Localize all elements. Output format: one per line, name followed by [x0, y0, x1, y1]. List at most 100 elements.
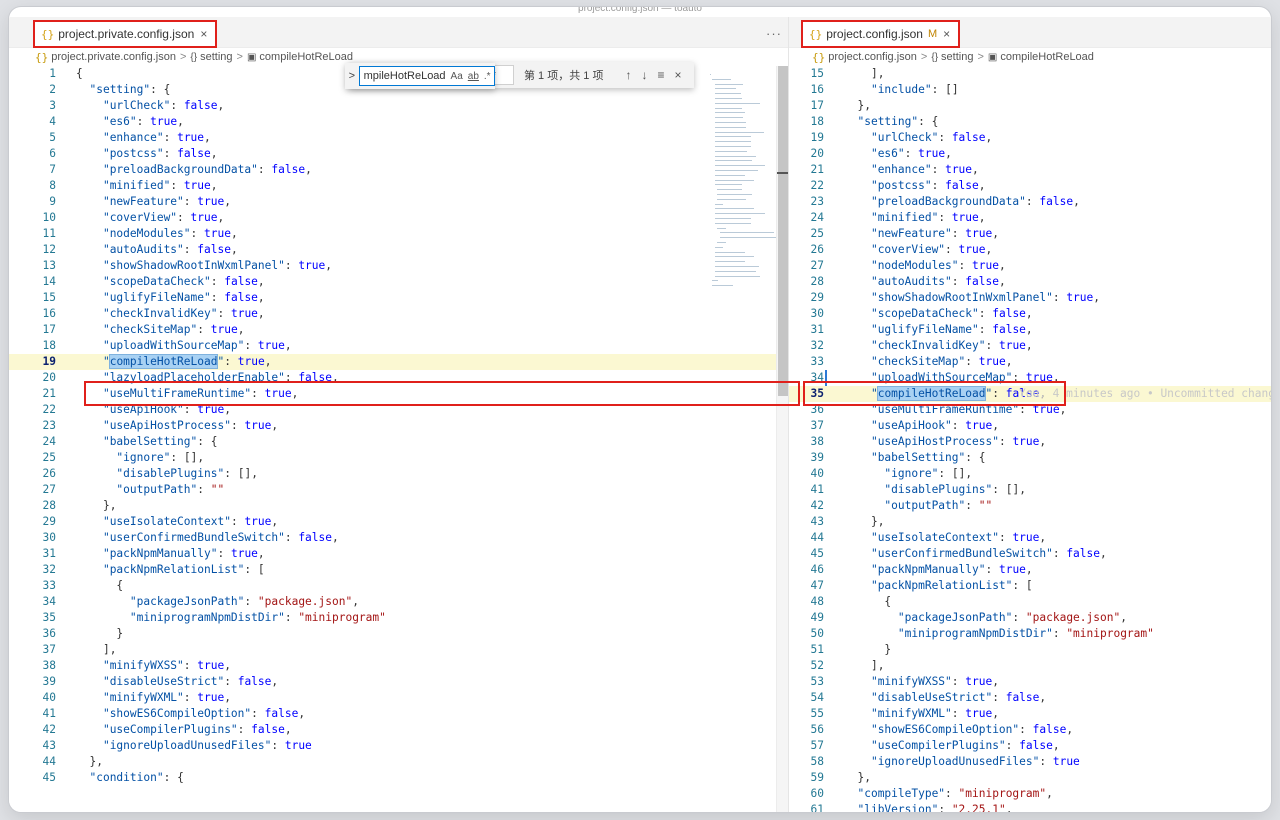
more-actions-icon[interactable]: ··· — [766, 26, 782, 41]
code-line[interactable]: 34 "uploadWithSourceMap": true, — [789, 370, 1271, 386]
close-find-icon[interactable]: × — [674, 68, 681, 82]
code-line[interactable]: 25 "newFeature": true, — [789, 226, 1271, 242]
next-match-icon[interactable]: ↓ — [641, 68, 647, 82]
code-line[interactable]: 25 "ignore": [], — [9, 450, 788, 466]
breadcrumb-object[interactable]: setting — [200, 51, 232, 63]
code-line[interactable]: 37 ], — [9, 642, 788, 658]
code-line[interactable]: 36 "useMultiFrameRuntime": true, — [789, 402, 1271, 418]
code-line[interactable]: 23 "preloadBackgroundData": false, — [789, 194, 1271, 210]
code-line[interactable]: 30 "scopeDataCheck": false, — [789, 306, 1271, 322]
code-line[interactable]: 45 "userConfirmedBundleSwitch": false, — [789, 546, 1271, 562]
code-line[interactable]: 6 "postcss": false, — [9, 146, 788, 162]
code-line[interactable]: 35 "compileHotReLoad": false, You, 4 minu… — [789, 386, 1271, 402]
code-line[interactable]: 47 "packNpmRelationList": [ — [789, 578, 1271, 594]
regex-icon[interactable]: .* — [484, 71, 491, 82]
code-line[interactable]: 4 "es6": true, — [9, 114, 788, 130]
code-line[interactable]: 22 "postcss": false, — [789, 178, 1271, 194]
code-line[interactable]: 61 "libVersion": "2.25.1", — [789, 802, 1271, 812]
find-input[interactable]: mpileHotReLoad Aa ab .* — [358, 66, 495, 86]
close-tab-icon[interactable]: × — [200, 27, 207, 41]
code-line[interactable]: 22 "useApiHook": true, — [9, 402, 788, 418]
code-line[interactable]: 29 "useIsolateContext": true, — [9, 514, 788, 530]
code-line[interactable]: 39 "disableUseStrict": false, — [9, 674, 788, 690]
code-line[interactable]: 29 "showShadowRootInWxmlPanel": true, — [789, 290, 1271, 306]
code-line[interactable]: 60 "compileType": "miniprogram", — [789, 786, 1271, 802]
code-line[interactable]: 27 "nodeModules": true, — [789, 258, 1271, 274]
code-line[interactable]: 57 "useCompilerPlugins": false, — [789, 738, 1271, 754]
code-line[interactable]: 9 "newFeature": true, — [9, 194, 788, 210]
code-line[interactable]: 49 "packageJsonPath": "package.json", — [789, 610, 1271, 626]
code-line[interactable]: 52 ], — [789, 658, 1271, 674]
code-line[interactable]: 30 "userConfirmedBundleSwitch": false, — [9, 530, 788, 546]
scrollbar-thumb[interactable] — [778, 66, 788, 396]
code-line[interactable]: 56 "showES6CompileOption": false, — [789, 722, 1271, 738]
code-line[interactable]: 21 "useMultiFrameRuntime": true, — [9, 386, 788, 402]
code-line[interactable]: 41 "showES6CompileOption": false, — [9, 706, 788, 722]
code-line[interactable]: 19 "compileHotReLoad": true, — [9, 354, 788, 370]
code-line[interactable]: 26 "disablePlugins": [], — [9, 466, 788, 482]
code-line[interactable]: 24 "babelSetting": { — [9, 434, 788, 450]
code-line[interactable]: 41 "disablePlugins": [], — [789, 482, 1271, 498]
code-line[interactable]: 12 "autoAudits": false, — [9, 242, 788, 258]
code-line[interactable]: 26 "coverView": true, — [789, 242, 1271, 258]
code-line[interactable]: 44 }, — [9, 754, 788, 770]
code-line[interactable]: 7 "preloadBackgroundData": false, — [9, 162, 788, 178]
previous-match-icon[interactable]: ↑ — [625, 68, 631, 82]
code-line[interactable]: 46 "packNpmManually": true, — [789, 562, 1271, 578]
breadcrumb-file[interactable]: project.private.config.json — [51, 51, 176, 63]
code-line[interactable]: 58 "ignoreUploadUnusedFiles": true — [789, 754, 1271, 770]
code-line[interactable]: 3 "urlCheck": false, — [9, 98, 788, 114]
code-line[interactable]: 32 "checkInvalidKey": true, — [789, 338, 1271, 354]
code-line[interactable]: 32 "packNpmRelationList": [ — [9, 562, 788, 578]
code-line[interactable]: 14 "scopeDataCheck": false, — [9, 274, 788, 290]
code-line[interactable]: 28 }, — [9, 498, 788, 514]
code-line[interactable]: 21 "enhance": true, — [789, 162, 1271, 178]
code-line[interactable]: 17 }, — [789, 98, 1271, 114]
code-line[interactable]: 44 "useIsolateContext": true, — [789, 530, 1271, 546]
code-line[interactable]: 13 "showShadowRootInWxmlPanel": true, — [9, 258, 788, 274]
vertical-scrollbar[interactable] — [776, 66, 788, 812]
code-line[interactable]: 54 "disableUseStrict": false, — [789, 690, 1271, 706]
code-line[interactable]: 55 "minifyWXML": true, — [789, 706, 1271, 722]
code-line[interactable]: 39 "babelSetting": { — [789, 450, 1271, 466]
breadcrumb-property[interactable]: compileHotReLoad — [259, 51, 353, 63]
code-line[interactable]: 15 ], — [789, 66, 1271, 82]
tab-project-private-config[interactable]: {} project.private.config.json × — [33, 20, 218, 48]
code-line[interactable]: 40 "minifyWXML": true, — [9, 690, 788, 706]
code-line[interactable]: 50 "miniprogramNpmDistDir": "miniprogram… — [789, 626, 1271, 642]
code-line[interactable]: 34 "packageJsonPath": "package.json", — [9, 594, 788, 610]
code-line[interactable]: 18 "setting": { — [789, 114, 1271, 130]
code-line[interactable]: 5 "enhance": true, — [9, 130, 788, 146]
code-line[interactable]: 59 }, — [789, 770, 1271, 786]
code-line[interactable]: 8 "minified": true, — [9, 178, 788, 194]
code-line[interactable]: 20 "lazyloadPlaceholderEnable": false, — [9, 370, 788, 386]
code-line[interactable]: 16 "checkInvalidKey": true, — [9, 306, 788, 322]
code-line[interactable]: 31 "uglifyFileName": false, — [789, 322, 1271, 338]
tab-project-config[interactable]: {} project.config.json M × — [801, 20, 961, 48]
code-line[interactable]: 40 "ignore": [], — [789, 466, 1271, 482]
code-line[interactable]: 38 "minifyWXSS": true, — [9, 658, 788, 674]
breadcrumb-file[interactable]: project.config.json — [828, 51, 917, 63]
code-line[interactable]: 43 }, — [789, 514, 1271, 530]
code-editor[interactable]: 1{2 "setting": {3 "urlCheck": false, 4 "e… — [9, 66, 788, 812]
code-line[interactable]: 35 "miniprogramNpmDistDir": "miniprogram… — [9, 610, 788, 626]
code-line[interactable]: 36 } — [9, 626, 788, 642]
breadcrumb-property[interactable]: compileHotReLoad — [1000, 51, 1094, 63]
code-line[interactable]: 15 "uglifyFileName": false, — [9, 290, 788, 306]
code-line[interactable]: 27 "outputPath": "" — [9, 482, 788, 498]
find-in-selection-icon[interactable]: ≡ — [657, 68, 664, 82]
breadcrumb-object[interactable]: setting — [941, 51, 973, 63]
code-line[interactable]: 31 "packNpmManually": true, — [9, 546, 788, 562]
code-editor[interactable]: 15 ], 16 "include": [] 17 }, 18 "setting": … — [789, 66, 1271, 812]
code-line[interactable]: 10 "coverView": true, — [9, 210, 788, 226]
minimap[interactable] — [696, 66, 780, 316]
code-line[interactable]: 24 "minified": true, — [789, 210, 1271, 226]
code-line[interactable]: 11 "nodeModules": true, — [9, 226, 788, 242]
whole-word-icon[interactable]: ab — [468, 71, 479, 82]
code-line[interactable]: 38 "useApiHostProcess": true, — [789, 434, 1271, 450]
code-line[interactable]: 16 "include": [] — [789, 82, 1271, 98]
code-line[interactable]: 37 "useApiHook": true, — [789, 418, 1271, 434]
close-tab-icon[interactable]: × — [943, 27, 950, 41]
toggle-replace-icon[interactable]: > — [345, 70, 359, 82]
code-line[interactable]: 33 "checkSiteMap": true, — [789, 354, 1271, 370]
